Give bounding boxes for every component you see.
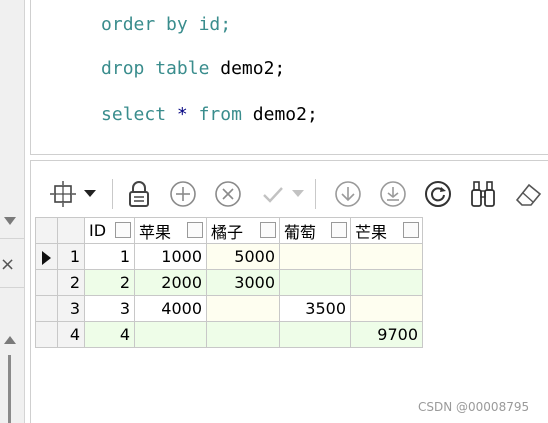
current-row-indicator [35, 243, 58, 270]
cell-id[interactable]: 4 [84, 321, 135, 348]
sort-icon[interactable] [260, 222, 276, 238]
toolbar-separator [112, 179, 113, 209]
cell-id[interactable]: 3 [84, 295, 135, 322]
cell-orange[interactable]: 3000 [206, 269, 280, 296]
sort-icon[interactable] [331, 222, 347, 238]
sql-editor[interactable]: order by id; drop table demo2; select * … [30, 0, 548, 155]
eraser-icon[interactable] [511, 173, 545, 215]
rownum-header [57, 217, 85, 244]
code-text: demo2; [209, 58, 286, 79]
table-row[interactable]: 3 3 4000 3500 [35, 295, 423, 322]
scroll-up-arrow-icon[interactable] [4, 336, 16, 344]
sort-icon[interactable] [115, 222, 131, 238]
data-grid: ID 苹果 橘子 葡萄 芒果 1 1 1000 5000 2 2 2000 30… [35, 217, 423, 348]
lock-icon[interactable] [122, 173, 156, 215]
download-circle-icon[interactable] [376, 173, 410, 215]
row-indicator [35, 321, 58, 348]
column-header-apple[interactable]: 苹果 [134, 217, 207, 244]
code-line-select: select * from demo2; [36, 82, 318, 148]
column-label: 橘子 [211, 222, 244, 242]
operator: * [176, 104, 188, 125]
scroll-down-arrow-icon[interactable] [4, 217, 16, 225]
keyword: select [101, 104, 167, 125]
cell-orange[interactable] [206, 321, 280, 348]
refresh-icon[interactable] [421, 173, 455, 215]
table-row[interactable]: 2 2 2000 3000 [35, 269, 423, 296]
cell-grape[interactable]: 3500 [279, 295, 351, 322]
sort-icon[interactable] [187, 222, 203, 238]
app-window: × order by id; drop table demo2; select … [0, 0, 548, 423]
divider [0, 238, 25, 239]
keyword: drop table [101, 58, 210, 79]
cell-apple[interactable]: 2000 [134, 269, 207, 296]
cell-apple[interactable] [134, 321, 207, 348]
row-indicator [35, 295, 58, 322]
cell-apple[interactable]: 1000 [134, 243, 207, 270]
grid-layout-icon[interactable] [46, 173, 80, 215]
left-gutter: × [0, 0, 25, 423]
close-icon[interactable]: × [0, 255, 15, 275]
column-label: 芒果 [355, 222, 388, 242]
cell-apple[interactable]: 4000 [134, 295, 207, 322]
cell-id[interactable]: 2 [84, 269, 135, 296]
cell-grape[interactable] [279, 321, 351, 348]
column-header-id[interactable]: ID [84, 217, 135, 244]
binoculars-icon[interactable] [466, 173, 500, 215]
cell-grape[interactable] [279, 269, 351, 296]
scrollbar-thumb[interactable] [8, 355, 11, 423]
header-row: ID 苹果 橘子 葡萄 芒果 [35, 217, 423, 244]
column-header-grape[interactable]: 葡萄 [279, 217, 351, 244]
cell-grape[interactable] [279, 243, 351, 270]
apply-check-icon[interactable] [256, 173, 290, 215]
keyword: from [198, 104, 242, 125]
toolbar-separator [315, 179, 316, 209]
download-icon[interactable] [331, 173, 365, 215]
code-text: demo2; [241, 104, 318, 125]
column-label: ID [89, 221, 107, 240]
cell-mango[interactable]: 9700 [350, 321, 423, 348]
column-header-mango[interactable]: 芒果 [350, 217, 423, 244]
code-text: id; [187, 14, 232, 35]
sort-icon[interactable] [403, 222, 419, 238]
table-row[interactable]: 4 4 9700 [35, 321, 423, 348]
cell-id[interactable]: 1 [84, 243, 135, 270]
column-label: 苹果 [139, 222, 172, 242]
cell-mango[interactable] [350, 269, 423, 296]
row-indicator [35, 269, 58, 296]
add-row-icon[interactable] [166, 173, 200, 215]
grid-toolbar [36, 173, 548, 215]
cell-orange[interactable] [206, 295, 280, 322]
row-number: 3 [57, 295, 85, 322]
watermark: CSDN @00008795 [418, 400, 530, 414]
row-number: 2 [57, 269, 85, 296]
apply-dropdown-icon[interactable] [290, 173, 306, 215]
row-pointer-icon [42, 250, 51, 265]
corner-cell [35, 217, 58, 244]
row-number: 4 [57, 321, 85, 348]
column-header-orange[interactable]: 橘子 [206, 217, 280, 244]
column-label: 葡萄 [284, 222, 317, 242]
divider [0, 287, 25, 288]
row-number: 1 [57, 243, 85, 270]
delete-row-icon[interactable] [211, 173, 245, 215]
cell-mango[interactable] [350, 295, 423, 322]
cell-mango[interactable] [350, 243, 423, 270]
dropdown-arrow-icon[interactable] [80, 173, 100, 215]
table-row[interactable]: 1 1 1000 5000 [35, 243, 423, 270]
keyword: order by [101, 14, 188, 35]
cell-orange[interactable]: 5000 [206, 243, 280, 270]
